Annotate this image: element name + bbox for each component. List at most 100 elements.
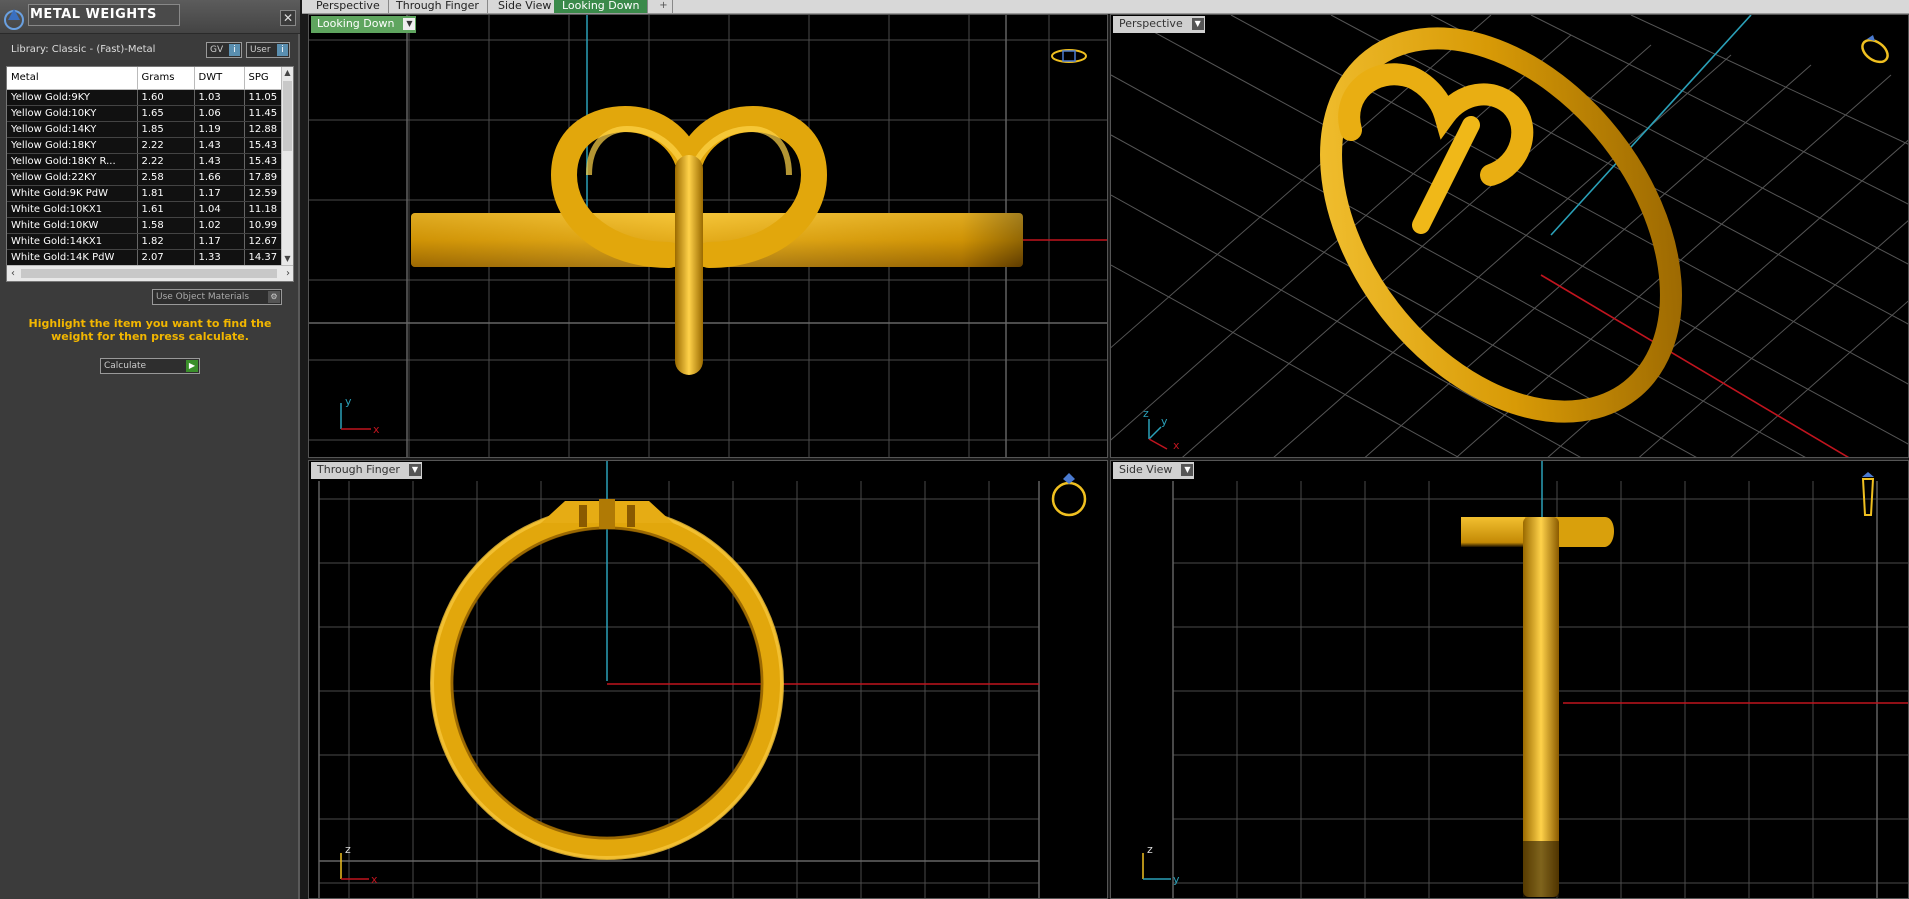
table-row[interactable]: Yellow Gold:18KY 2.22 1.43 15.43 — [7, 137, 284, 154]
calculate-button[interactable]: Calculate ▶ — [100, 358, 200, 374]
viewport-side-view[interactable]: Side View ▼ z y — [1110, 460, 1909, 899]
table-cell: Yellow Gold:18KY — [7, 137, 138, 154]
user-toggle[interactable]: User i — [246, 42, 290, 58]
scroll-left-icon[interactable]: ‹ — [7, 266, 19, 281]
perspective-scene — [1111, 15, 1908, 457]
table-cell: 2.22 — [137, 153, 195, 170]
axis-label-h: y — [1173, 873, 1180, 886]
table-cell: White Gold:10KW — [7, 217, 138, 234]
table-cell: White Gold:14KX1 — [7, 233, 138, 250]
panel-title: METAL WEIGHTS — [30, 7, 157, 22]
axis-label-h: x — [371, 873, 378, 886]
viewport-looking-down[interactable]: Looking Down ▼ y x — [308, 14, 1108, 458]
table-row[interactable]: White Gold:14KX1 1.82 1.17 12.67 — [7, 233, 284, 250]
axis-gizmo-icon: z y — [1142, 843, 1180, 886]
table-cell: 1.43 — [194, 153, 245, 170]
viewport-label[interactable]: Through Finger ▼ — [311, 462, 422, 479]
tab-perspective[interactable]: Perspective — [308, 0, 389, 13]
table-row[interactable]: White Gold:10KX1 1.61 1.04 11.18 — [7, 201, 284, 218]
horizontal-scrollbar[interactable]: ‹ › — [7, 265, 293, 281]
table-row[interactable]: White Gold:9K PdW 1.81 1.17 12.59 — [7, 185, 284, 202]
logo-icon — [4, 9, 24, 30]
gv-toggle[interactable]: GV i — [206, 42, 242, 58]
info-icon: i — [229, 44, 240, 56]
axis-gizmo-icon: z x — [340, 843, 378, 886]
add-tab-icon[interactable]: + — [655, 0, 673, 13]
user-toggle-label: User — [250, 45, 271, 55]
table-row[interactable]: Yellow Gold:14KY 1.85 1.19 12.88 — [7, 121, 284, 138]
use-object-materials-toggle[interactable]: Use Object Materials ⚙ — [152, 289, 282, 305]
scroll-up-icon[interactable]: ▲ — [282, 67, 293, 79]
table-cell: White Gold:10KX1 — [7, 201, 138, 218]
tab-through-finger[interactable]: Through Finger — [388, 0, 488, 13]
table-header-row: Metal Grams DWT SPG — [7, 67, 284, 90]
column-header[interactable]: Metal — [7, 67, 138, 90]
table-cell: 14.37 — [244, 249, 284, 266]
table-cell: 1.17 — [194, 233, 245, 250]
chevron-down-icon[interactable]: ▼ — [408, 464, 421, 476]
table-cell: 1.82 — [137, 233, 195, 250]
table-cell: White Gold:9K PdW — [7, 185, 138, 202]
viewport-label-text: Perspective — [1119, 17, 1183, 30]
close-icon[interactable]: ✕ — [280, 10, 296, 26]
viewport-perspective[interactable]: Perspective ▼ z y x — [1110, 14, 1909, 458]
ring-side-view-icon — [1861, 472, 1875, 516]
table-cell: 11.05 — [244, 89, 284, 106]
table-cell: 1.66 — [194, 169, 245, 186]
column-header[interactable]: DWT — [194, 67, 245, 90]
table-row[interactable]: Yellow Gold:9KY 1.60 1.03 11.05 — [7, 89, 284, 106]
vertical-scrollbar[interactable]: ▲ ▼ — [281, 67, 293, 265]
axis-label-v: y — [345, 395, 352, 408]
table-row[interactable]: Yellow Gold:18KY R... 2.22 1.43 15.43 — [7, 153, 284, 170]
use-object-materials-label: Use Object Materials — [156, 292, 250, 302]
axis-label-v: z — [1147, 843, 1153, 856]
chevron-down-icon[interactable]: ▼ — [1191, 18, 1204, 30]
ring-top-view-icon — [1051, 49, 1087, 63]
axis-label-v: z — [345, 843, 351, 856]
table-cell: Yellow Gold:18KY R... — [7, 153, 138, 170]
table-row[interactable]: Yellow Gold:10KY 1.65 1.06 11.45 — [7, 105, 284, 122]
scroll-thumb[interactable] — [21, 269, 277, 278]
table-cell: 11.18 — [244, 201, 284, 218]
table-cell: 10.99 — [244, 217, 284, 234]
table-cell: 1.04 — [194, 201, 245, 218]
table-cell: Yellow Gold:10KY — [7, 105, 138, 122]
metal-table-container[interactable]: Metal Grams DWT SPG Yellow Gold:9KY 1.60 1… — [6, 66, 294, 282]
tab-side-view[interactable]: Side View — [490, 0, 561, 13]
viewport-label-text: Looking Down — [317, 17, 395, 30]
scroll-down-icon[interactable]: ▼ — [282, 253, 293, 265]
column-header[interactable]: Grams — [137, 67, 195, 90]
tab-looking-down[interactable]: Looking Down — [554, 0, 649, 13]
column-header[interactable]: SPG — [244, 67, 284, 90]
scroll-thumb[interactable] — [283, 81, 292, 151]
axis-label-z: z — [1143, 407, 1149, 420]
viewport-through-finger[interactable]: Through Finger ▼ z x — [308, 460, 1108, 899]
gv-toggle-label: GV — [210, 45, 224, 55]
table-cell: Yellow Gold:14KY — [7, 121, 138, 138]
settings-icon: ⚙ — [268, 291, 280, 303]
table-cell: 1.17 — [194, 185, 245, 202]
metal-table: Metal Grams DWT SPG Yellow Gold:9KY 1.60 1… — [7, 67, 284, 266]
axis-label-h: x — [373, 423, 380, 435]
chevron-down-icon[interactable]: ▼ — [1181, 464, 1194, 476]
table-cell: 15.43 — [244, 137, 284, 154]
table-cell: 1.19 — [194, 121, 245, 138]
table-row[interactable]: White Gold:10KW 1.58 1.02 10.99 — [7, 217, 284, 234]
table-cell: 2.22 — [137, 137, 195, 154]
viewport-label[interactable]: Side View ▼ — [1113, 462, 1195, 479]
axis-label-h: x — [1173, 439, 1180, 451]
ring-perspective-icon — [1861, 35, 1889, 64]
chevron-down-icon[interactable]: ▼ — [403, 18, 416, 30]
viewport-label-text: Side View — [1119, 463, 1173, 476]
table-row[interactable]: White Gold:14K PdW 2.07 1.33 14.37 — [7, 249, 284, 266]
table-cell: 1.02 — [194, 217, 245, 234]
table-cell: White Gold:14K PdW — [7, 249, 138, 266]
viewport-label[interactable]: Looking Down ▼ — [311, 16, 417, 33]
table-row[interactable]: Yellow Gold:22KY 2.58 1.66 17.89 — [7, 169, 284, 186]
table-cell: Yellow Gold:22KY — [7, 169, 138, 186]
viewport-label[interactable]: Perspective ▼ — [1113, 16, 1205, 33]
table-cell: 1.61 — [137, 201, 195, 218]
table-cell: 1.58 — [137, 217, 195, 234]
table-cell: 17.89 — [244, 169, 284, 186]
scroll-right-icon[interactable]: › — [282, 266, 293, 281]
